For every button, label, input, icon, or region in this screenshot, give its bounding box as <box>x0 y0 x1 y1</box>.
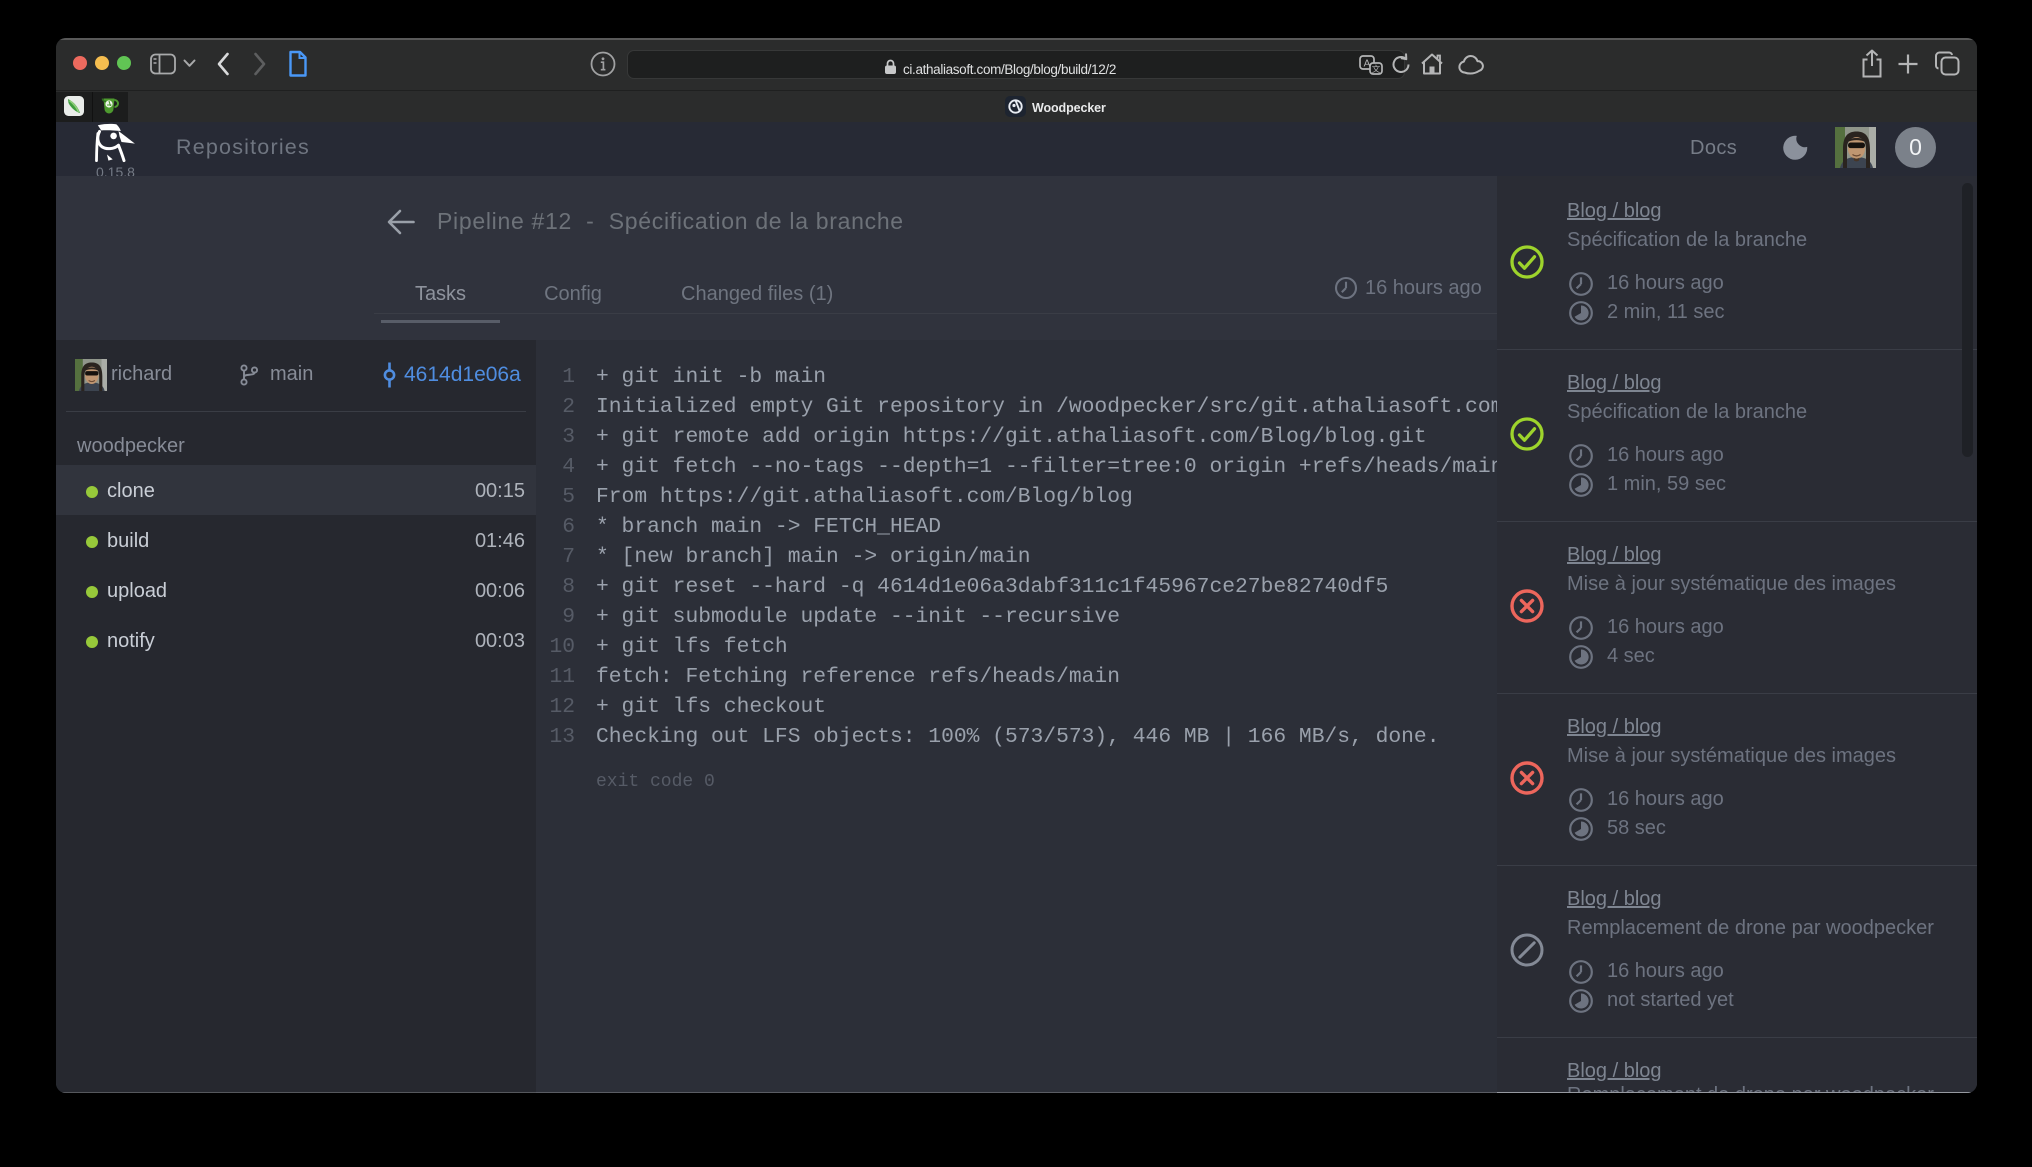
svg-text:文: 文 <box>1372 64 1381 74</box>
